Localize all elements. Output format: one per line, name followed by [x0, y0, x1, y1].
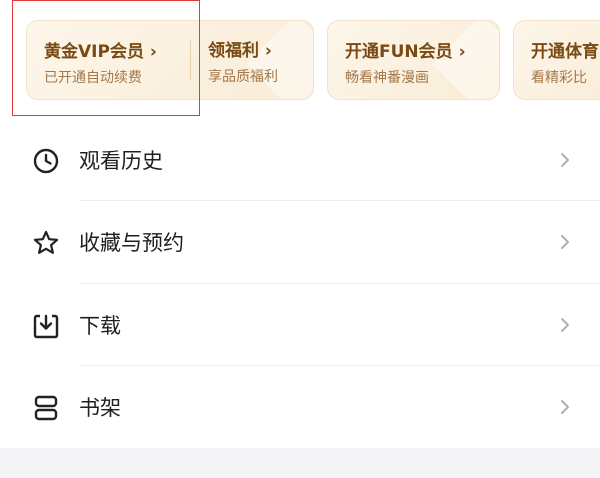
vip-fun-title: 开通FUN会员 › — [345, 42, 466, 62]
vip-sports-title: 开通体育 — [531, 42, 599, 62]
menu-item-label: 观看历史 — [79, 149, 163, 173]
section-gap — [0, 448, 600, 478]
menu-item-label: 收藏与预约 — [79, 231, 184, 255]
chevron-right-icon — [561, 235, 569, 249]
card-divider — [190, 40, 191, 80]
vip-card-strip: 黄金VIP会员 › 已开通自动续费 领福利 › 享品质福利 开通FUN会员 › … — [0, 0, 600, 120]
vip-sports-subtitle: 看精彩比 — [531, 70, 587, 86]
vip-gold-title: 黄金VIP会员 › — [44, 42, 157, 62]
vip-gold-subtitle: 已开通自动续费 — [44, 70, 142, 86]
vip-fun-subtitle: 畅看神番漫画 — [345, 70, 429, 86]
menu-item-label: 下载 — [79, 314, 121, 338]
menu-item-history[interactable]: 观看历史 — [0, 119, 600, 201]
menu-item-download[interactable]: 下载 — [0, 284, 600, 366]
menu-item-bookshelf[interactable]: 书架 — [0, 366, 600, 448]
welfare-subtitle: 享品质福利 — [208, 69, 278, 85]
chevron-right-icon — [561, 400, 569, 414]
chevron-right-icon — [561, 318, 569, 332]
download-icon — [33, 314, 59, 339]
menu-item-label: 书架 — [79, 396, 121, 420]
menu-item-favorites[interactable]: 收藏与预约 — [0, 201, 600, 283]
bookshelf-icon — [34, 395, 58, 421]
vip-card-sports[interactable]: 开通体育 看精彩比 — [513, 20, 600, 100]
clock-icon — [33, 148, 59, 174]
chevron-right-icon — [561, 153, 569, 167]
welfare-title[interactable]: 领福利 › — [208, 36, 272, 61]
star-icon — [33, 230, 59, 254]
vip-card-fun[interactable]: 开通FUN会员 › 畅看神番漫画 — [327, 20, 500, 100]
